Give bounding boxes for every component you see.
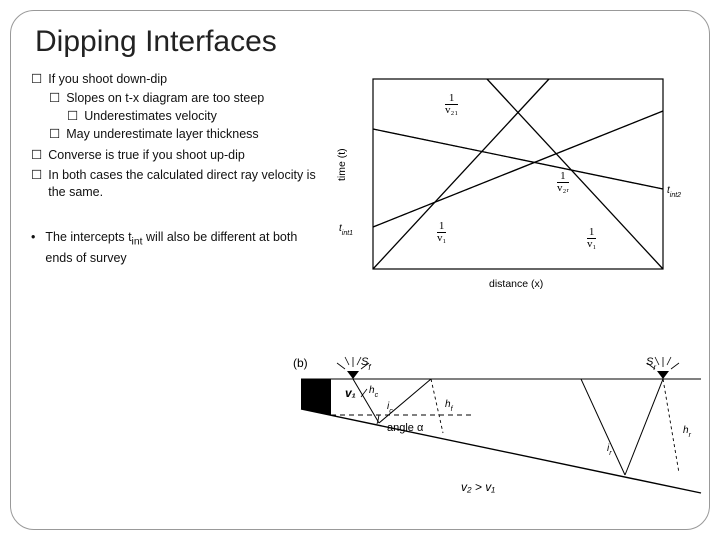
y-axis-label: time (t): [336, 148, 348, 181]
lower-text-a: The intercepts t: [45, 230, 131, 244]
hf-line: [431, 379, 443, 433]
wedge-shade: [301, 379, 331, 415]
bullet-1: ☐ If you shoot down-dip: [31, 71, 321, 88]
content-row: ☐ If you shoot down-dip ☐ Slopes on t-x …: [31, 71, 689, 301]
bullet-1a1: ☐ Underestimates velocity: [67, 108, 321, 125]
bullet-3-text: In both cases the calculated direct ray …: [48, 167, 321, 201]
ray-sf-down: [353, 379, 379, 423]
bullet-column: ☐ If you shoot down-dip ☐ Slopes on t-x …: [31, 71, 321, 301]
square-bullet-icon: ☐: [49, 90, 60, 107]
plot-frame: [373, 79, 663, 269]
bullet-3: ☐ In both cases the calculated direct ra…: [31, 167, 321, 201]
dot-bullet-icon: •: [31, 229, 35, 266]
shot-right-label: Sr: [646, 356, 656, 372]
ineq-label: v₂ > v₁: [461, 480, 495, 494]
hf-label: hf: [445, 399, 454, 413]
v1-label: v₁: [345, 386, 356, 400]
ray-sr-down: [625, 379, 663, 475]
shot-left-label: Sf: [361, 356, 371, 372]
panel-label: (b): [293, 356, 308, 370]
lower-bullet: • The intercepts tint will also be diffe…: [31, 229, 321, 266]
bullet-1-text: If you shoot down-dip: [48, 71, 167, 88]
tint1-label: tint1: [339, 223, 353, 237]
frac-v2r: 1v₂ᵣ: [557, 171, 587, 197]
interface-line: [301, 409, 701, 493]
lower-sub: int: [132, 237, 143, 248]
tx-diagram: time (t) distance (x) tint1 tint2: [329, 71, 701, 301]
ic-label: ic: [387, 401, 393, 415]
frac-v1-right: 1v₁: [587, 227, 613, 253]
bullet-2: ☐ Converse is true if you shoot up-dip: [31, 147, 321, 164]
bullet-1b: ☐ May underestimate layer thickness: [49, 126, 321, 143]
x-axis-label: distance (x): [489, 278, 543, 290]
ray-sr-up: [581, 379, 625, 475]
tint2-label: tint2: [667, 185, 681, 199]
square-bullet-icon: ☐: [31, 71, 42, 88]
frac-v1-left: 1v₁: [437, 221, 463, 247]
bullet-1a: ☐ Slopes on t-x diagram are too steep: [49, 90, 321, 107]
angle-label: angle α: [387, 422, 424, 434]
slide-frame: Dipping Interfaces ☐ If you shoot down-d…: [10, 10, 710, 530]
slide-title: Dipping Interfaces: [35, 25, 689, 59]
lower-bullet-text: The intercepts tint will also be differe…: [45, 229, 321, 266]
figure-column: time (t) distance (x) tint1 tint2: [329, 71, 701, 301]
bullet-1a1-text: Underestimates velocity: [84, 108, 217, 125]
frac-v21: 1v₂₁: [445, 93, 475, 119]
cross-section-svg: (b) Sf Sr: [291, 353, 711, 508]
square-bullet-icon: ☐: [31, 167, 42, 201]
hc-arrow: [361, 389, 367, 397]
square-bullet-icon: ☐: [67, 108, 78, 125]
hr-line: [663, 379, 679, 473]
bullet-1b-text: May underestimate layer thickness: [66, 126, 258, 143]
cross-section-figure: (b) Sf Sr: [291, 353, 720, 508]
hr-label: hr: [683, 425, 692, 439]
square-bullet-icon: ☐: [31, 147, 42, 164]
bullet-1a-text: Slopes on t-x diagram are too steep: [66, 90, 264, 107]
hc-label: hc: [369, 385, 379, 399]
square-bullet-icon: ☐: [49, 126, 60, 143]
bullet-2-text: Converse is true if you shoot up-dip: [48, 147, 245, 164]
